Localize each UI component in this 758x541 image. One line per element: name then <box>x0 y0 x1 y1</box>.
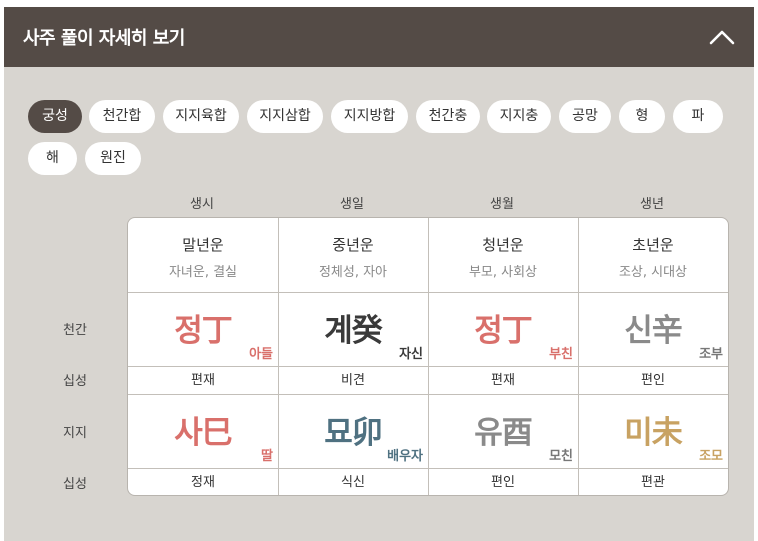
chip-wonjin[interactable]: 원진 <box>85 142 141 175</box>
chip-jijibanghap[interactable]: 지지방합 <box>331 100 408 133</box>
chip-hae[interactable]: 해 <box>28 142 77 175</box>
column-header-year: 생년 <box>640 197 664 212</box>
chevron-up-icon[interactable] <box>708 24 736 50</box>
period-title: 초년운 <box>632 236 674 254</box>
sipseong-value: 편재 <box>491 373 515 388</box>
sipseong-value: 편관 <box>641 475 665 490</box>
sipseong-value: 편재 <box>191 373 215 388</box>
period-desc: 자녀운, 결실 <box>168 265 238 280</box>
period-cell: 중년운 정체성, 자아 <box>278 230 428 290</box>
cheongan-cell-year[interactable]: 신辛 조부 <box>578 293 728 366</box>
saju-table: 말년운 자녀운, 결실 중년운 정체성, 자아 청년운 부모, 사회상 초년운 … <box>127 217 729 496</box>
relation-label: 조부 <box>699 347 723 362</box>
jiji-cell-month[interactable]: 유酉 모친 <box>428 395 578 468</box>
period-title: 청년운 <box>482 236 524 254</box>
chip-cheonganhap[interactable]: 천간합 <box>89 100 155 133</box>
column-header-day: 생일 <box>340 197 364 212</box>
period-cell: 말년운 자녀운, 결실 <box>128 230 278 290</box>
chip-jijiyukhap[interactable]: 지지육합 <box>163 100 239 133</box>
chip-jijichung[interactable]: 지지충 <box>487 100 551 133</box>
cheongan-cell-month[interactable]: 정丁 부친 <box>428 293 578 366</box>
row-label-sipseong: 십성 <box>63 477 87 492</box>
chip-hyeong[interactable]: 형 <box>619 100 665 133</box>
chip-gungseong[interactable]: 궁성 <box>28 100 82 133</box>
jiji-cell-day[interactable]: 묘卯 배우자 <box>278 395 428 468</box>
relation-label: 조모 <box>699 449 723 464</box>
row-label-sipseong: 십성 <box>63 374 87 389</box>
relation-label: 부친 <box>549 347 573 362</box>
relation-label: 모친 <box>549 449 573 464</box>
period-title: 말년운 <box>182 236 224 254</box>
relation-label: 아들 <box>249 347 273 362</box>
column-header-month: 생월 <box>490 197 514 212</box>
period-cell: 청년운 부모, 사회상 <box>428 230 578 290</box>
cheongan-cell-hour[interactable]: 정丁 아들 <box>128 293 278 366</box>
sipseong-value: 편인 <box>641 373 665 388</box>
period-desc: 부모, 사회상 <box>468 265 538 280</box>
chip-pa[interactable]: 파 <box>673 100 723 133</box>
jiji-cell-hour[interactable]: 사巳 딸 <box>128 395 278 468</box>
panel-header[interactable]: 사주 풀이 자세히 보기 <box>4 7 754 67</box>
jiji-cell-year[interactable]: 미未 조모 <box>578 395 728 468</box>
row-label-cheongan: 천간 <box>63 323 87 338</box>
relation-label: 딸 <box>261 449 273 464</box>
chip-jijisamhap[interactable]: 지지삼합 <box>247 100 323 133</box>
cheongan-cell-day[interactable]: 계癸 자신 <box>278 293 428 366</box>
column-header-hour: 생시 <box>190 197 214 212</box>
saju-detail-panel: 사주 풀이 자세히 보기 궁성 천간합 지지육합 지지삼합 지지방합 천간충 지… <box>4 7 754 541</box>
sipseong-value: 식신 <box>341 475 365 490</box>
period-cell: 초년운 조상, 시대상 <box>578 230 728 290</box>
chip-cheongancheung[interactable]: 천간충 <box>416 100 480 133</box>
jiji-char: 사巳 <box>174 415 233 451</box>
sipseong-value: 정재 <box>191 475 215 490</box>
period-desc: 정체성, 자아 <box>318 265 388 280</box>
relation-label: 배우자 <box>387 449 423 464</box>
sipseong-value: 편인 <box>491 475 515 490</box>
period-desc: 조상, 시대상 <box>618 265 688 280</box>
period-title: 중년운 <box>332 236 374 254</box>
chip-gongmang[interactable]: 공망 <box>559 100 611 133</box>
row-label-jiji: 지지 <box>63 426 87 441</box>
panel-title: 사주 풀이 자세히 보기 <box>23 28 185 49</box>
sipseong-value: 비견 <box>341 373 365 388</box>
relation-label: 자신 <box>399 347 423 362</box>
